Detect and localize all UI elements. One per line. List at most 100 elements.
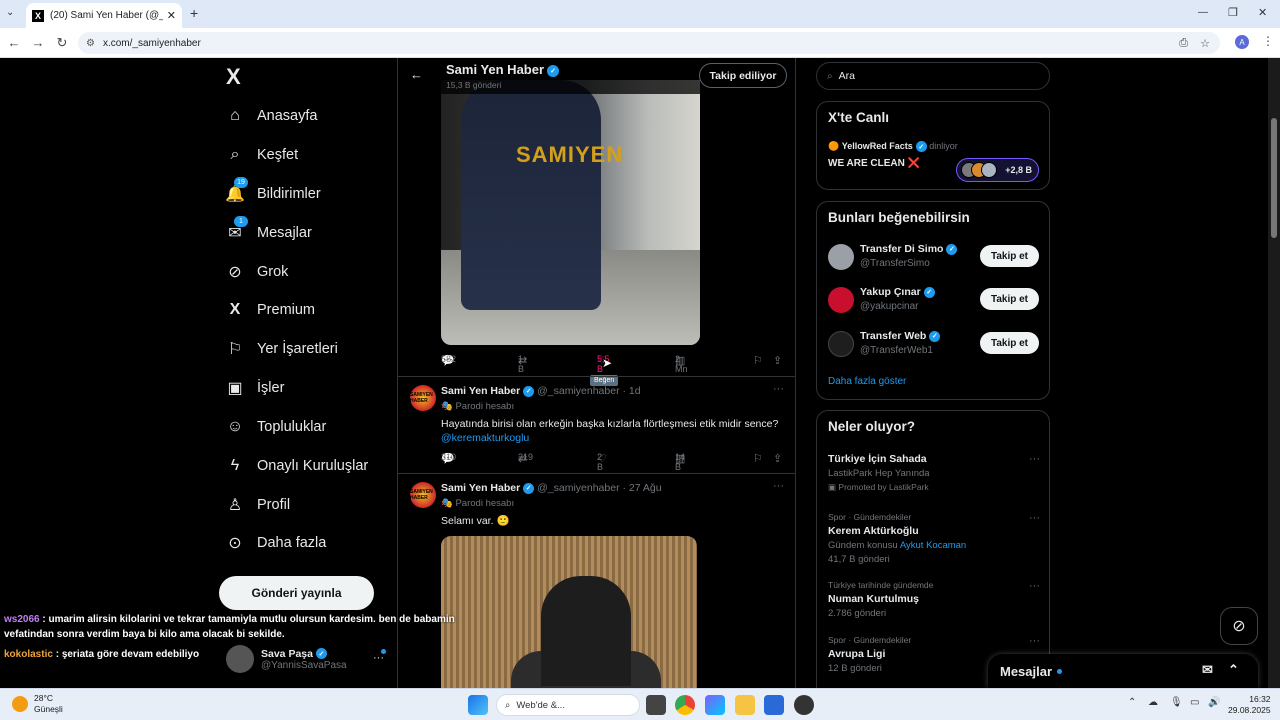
- volume-icon[interactable]: 🔊: [1208, 697, 1220, 708]
- tweet-author[interactable]: Sami Yen Haber: [441, 482, 520, 494]
- tray-chevron-icon[interactable]: ⌃: [1128, 697, 1136, 708]
- back-arrow-icon[interactable]: ←: [410, 67, 423, 82]
- nav-home[interactable]: ⌂ Anasayfa: [222, 99, 317, 133]
- tweet-header: Sami Yen Haber ✓ @_samiyenhaber · 27 Ağu: [441, 482, 662, 494]
- messages-drawer[interactable]: Mesajlar ✉ ⌃: [988, 654, 1258, 688]
- trend-item[interactable]: Türkiye tarihinde gündemde Numan Kurtulm…: [828, 580, 1040, 619]
- trend-item[interactable]: Spor · Gündemdekiler Kerem Aktürkoğlu Gü…: [828, 512, 1040, 565]
- nav-messages[interactable]: ✉ 1 Mesajlar: [222, 216, 312, 250]
- store-icon[interactable]: [764, 695, 784, 715]
- share-icon: ⇪: [773, 355, 783, 367]
- tab-close-icon[interactable]: ✕: [167, 9, 176, 22]
- tweet-avatar[interactable]: SAMIYEN HABER: [410, 385, 436, 411]
- tweet-time[interactable]: 27 Ağu: [629, 482, 662, 494]
- cloud-icon[interactable]: ☁: [1148, 697, 1158, 708]
- new-message-icon[interactable]: ✉: [1202, 662, 1213, 678]
- suggested-user[interactable]: Transfer Web ✓ @TransferWeb1 Takip et: [828, 327, 1040, 361]
- follow-button[interactable]: Takip et: [980, 288, 1039, 310]
- tweet-avatar[interactable]: SAMIYEN HABER: [410, 482, 436, 508]
- trend-more-icon[interactable]: ···: [1029, 453, 1040, 465]
- post-count: 15,3 B gönderi: [446, 80, 502, 90]
- back-arrow-icon[interactable]: ←: [2, 35, 26, 50]
- tweet-handle[interactable]: @_samiyenhaber: [537, 482, 619, 494]
- trend-meta: Gündem konusu Aykut Kocaman: [828, 540, 967, 551]
- close-window-icon[interactable]: ✕: [1258, 6, 1267, 19]
- suggested-user[interactable]: Yakup Çınar ✓ @yakupcinar Takip et: [828, 283, 1040, 317]
- trend-link[interactable]: Aykut Kocaman: [900, 540, 966, 551]
- following-button[interactable]: Takip ediliyor: [699, 63, 787, 88]
- tab-list-icon[interactable]: ⌄: [6, 7, 14, 18]
- profile-avatar[interactable]: A: [1235, 35, 1249, 49]
- forward-arrow-icon[interactable]: →: [26, 35, 50, 50]
- show-more-link[interactable]: Daha fazla göster: [828, 376, 906, 387]
- clock-date: 29.08.2025: [1228, 705, 1271, 715]
- nav-profile[interactable]: ♙ Profil: [222, 488, 290, 522]
- who-to-follow-card: Bunları beğenebilirsin Transfer Di Simo ✓…: [816, 201, 1050, 400]
- expand-chevron-icon[interactable]: ⌃: [1228, 662, 1239, 678]
- start-windows-icon[interactable]: [468, 695, 488, 715]
- follow-button[interactable]: Takip et: [980, 332, 1039, 354]
- grok-icon[interactable]: ⊘: [1220, 607, 1258, 645]
- user-handle: @TransferSimo: [860, 258, 930, 269]
- nav-notifications[interactable]: 🔔 19 Bildirimler: [222, 177, 321, 211]
- verified-badge-icon: ✓: [915, 141, 927, 153]
- scrollbar-thumb[interactable]: [1271, 118, 1277, 238]
- new-tab-icon[interactable]: +: [190, 5, 198, 21]
- address-bar[interactable]: ⚙ x.com/_samiyenhaber ⎙ ☆: [78, 32, 1220, 54]
- tweet-image[interactable]: [441, 536, 697, 688]
- nav-premium[interactable]: X Premium: [222, 293, 315, 327]
- chrome-icon[interactable]: [675, 695, 695, 715]
- search-icon: ⌕: [230, 146, 240, 163]
- tweet[interactable]: SAMIYEN HABER Sami Yen Haber ✓ @_samiyenh…: [398, 376, 795, 473]
- copilot-icon[interactable]: [705, 695, 725, 715]
- tweet-author[interactable]: Sami Yen Haber: [441, 385, 520, 397]
- page-scrollbar[interactable]: [1268, 58, 1280, 688]
- suggested-user[interactable]: Transfer Di Simo ✓ @TransferSimo Takip et: [828, 240, 1040, 274]
- live-host[interactable]: 🟠 YellowRed Facts ✓ dinliyor: [828, 141, 958, 153]
- file-explorer-icon[interactable]: [735, 695, 755, 715]
- tweet-more-icon[interactable]: ···: [773, 383, 784, 395]
- minimize-icon[interactable]: —: [1198, 7, 1208, 18]
- maximize-icon[interactable]: ❐: [1228, 6, 1238, 19]
- nav-grok[interactable]: ⊘ Grok: [222, 255, 288, 289]
- space-title[interactable]: WE ARE CLEAN ❌: [828, 158, 920, 169]
- post-button[interactable]: Gönderi yayınla: [219, 576, 374, 610]
- tweet-text: Selamı var. 🙂: [441, 515, 510, 527]
- browser-tab[interactable]: X (20) Sami Yen Haber (@_samiy... ✕: [26, 3, 182, 28]
- tweet-image[interactable]: SAMIYEN: [441, 80, 700, 345]
- clock[interactable]: 16:32 29.08.2025: [1228, 694, 1271, 716]
- bookmark-star-icon[interactable]: ☆: [1200, 37, 1210, 50]
- trend-more-icon[interactable]: ···: [1029, 512, 1040, 524]
- follow-button[interactable]: Takip et: [980, 245, 1039, 267]
- task-view-icon[interactable]: [646, 695, 666, 715]
- trend-more-icon[interactable]: ···: [1029, 635, 1040, 647]
- nav-explore[interactable]: ⌕ Keşfet: [222, 138, 299, 172]
- weather-widget[interactable]: 28°C Güneşli: [12, 693, 63, 715]
- reload-icon[interactable]: ↻: [50, 35, 74, 51]
- search-icon: ⌕: [505, 699, 511, 711]
- space-listeners[interactable]: +2,8 B: [956, 158, 1039, 182]
- app-icon[interactable]: [794, 695, 814, 715]
- trend-more-icon[interactable]: ···: [1029, 580, 1040, 592]
- x-logo-icon[interactable]: X: [226, 64, 241, 90]
- install-app-icon[interactable]: ⎙: [1179, 37, 1188, 50]
- nav-bookmarks[interactable]: ⚐ Yer İşaretleri: [222, 332, 338, 366]
- browser-menu-icon[interactable]: ⋮: [1262, 34, 1274, 48]
- chat-message: kokolastic : şeriata göre devam edebiliy…: [4, 647, 464, 662]
- user-name: Transfer Web ✓: [860, 330, 941, 342]
- network-icon[interactable]: ▭: [1190, 697, 1199, 708]
- nav-more[interactable]: ⊙ Daha fazla: [222, 526, 326, 560]
- mention-link[interactable]: @keremakturkoglu: [441, 431, 781, 445]
- search-input[interactable]: ⌕ Ara: [816, 62, 1050, 90]
- mail-icon: ✉ 1: [222, 216, 248, 244]
- nav-verified-orgs[interactable]: ϟ Onaylı Kuruluşlar: [222, 449, 368, 483]
- trend-item[interactable]: Türkiye İçin Sahada LastikPark Hep Yanın…: [828, 453, 1040, 493]
- site-info-icon[interactable]: ⚙: [86, 38, 95, 49]
- nav-jobs[interactable]: ▣ İşler: [222, 371, 284, 405]
- tweet-time[interactable]: 1d: [629, 385, 641, 397]
- taskbar-search[interactable]: ⌕ Web'de &...: [496, 694, 640, 716]
- microphone-icon[interactable]: 🎙: [1170, 697, 1183, 708]
- tweet-more-icon[interactable]: ···: [773, 480, 784, 492]
- nav-communities[interactable]: ☺ Topluluklar: [222, 410, 327, 444]
- tweet-handle[interactable]: @_samiyenhaber: [537, 385, 619, 397]
